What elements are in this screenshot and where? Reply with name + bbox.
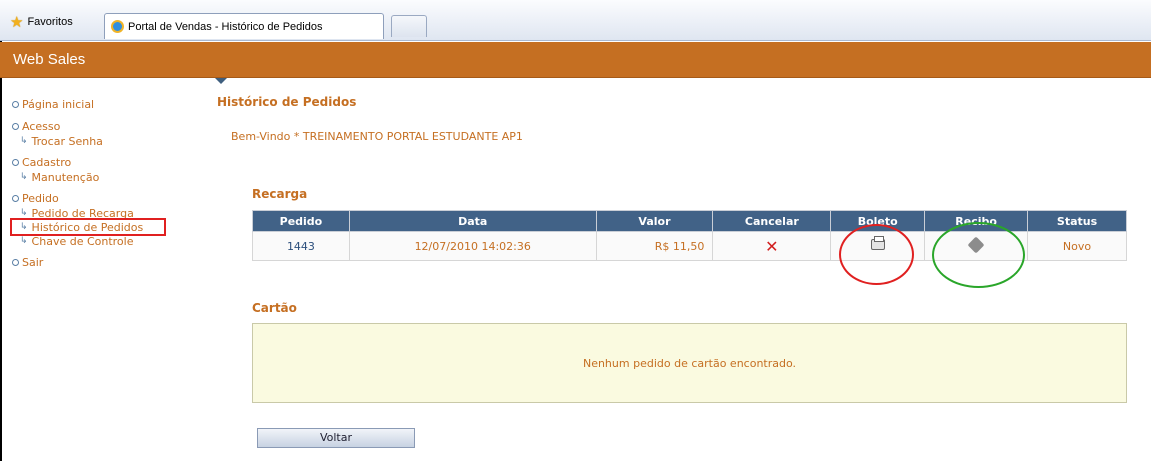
cartao-empty-box: Nenhum pedido de cartão encontrado.: [252, 323, 1127, 403]
column-header-pedido: Pedido: [252, 210, 350, 232]
sidebar-item-acesso[interactable]: Acesso: [12, 118, 192, 134]
cancel-x-icon[interactable]: ✕: [765, 237, 778, 256]
order-date: 12/07/2010 14:02:36: [348, 231, 597, 261]
column-header-data: Data: [348, 210, 597, 232]
browser-logo-icon: [111, 20, 124, 33]
header-pointer-icon: [215, 78, 227, 84]
sidebar-item-label: Histórico de Pedidos: [31, 220, 144, 234]
app-header: Web Sales: [0, 42, 1151, 78]
order-status: Novo: [1027, 231, 1127, 261]
menu-group-cadastro: Cadastro ↳ Manutenção: [12, 154, 192, 184]
sidebar-item-cadastro[interactable]: Cadastro: [12, 154, 192, 170]
sub-arrow-icon: ↳: [20, 136, 28, 146]
bullet-icon: [12, 100, 19, 108]
sidebar-item-label: Pedido: [22, 191, 59, 205]
browser-toolbar: ★ Favoritos Portal de Vendas - Histórico…: [0, 0, 1151, 41]
sidebar-item-sair[interactable]: Sair: [12, 254, 192, 270]
sidebar: Página inicial Acesso ↳ Trocar Senha Cad…: [10, 96, 192, 270]
sidebar-item-home[interactable]: Página inicial: [12, 96, 192, 112]
menu-group-pedido: Pedido ↳ Pedido de Recarga ↳ Histórico d…: [10, 190, 192, 248]
welcome-message: Bem-Vindo * TREINAMENTO PORTAL ESTUDANTE…: [231, 130, 523, 143]
sub-arrow-icon: ↳: [20, 208, 28, 218]
sidebar-item-label: Manutenção: [31, 170, 100, 184]
menu-group-home: Página inicial: [12, 96, 192, 112]
sidebar-item-label: Acesso: [22, 119, 61, 133]
recibo-highlight-circle: [932, 222, 1025, 288]
back-button[interactable]: Voltar: [257, 428, 415, 448]
page-title: Histórico de Pedidos: [217, 95, 357, 109]
bullet-icon: [12, 258, 19, 266]
app-title: Web Sales: [13, 51, 86, 68]
column-header-valor: Valor: [595, 210, 714, 232]
sub-arrow-icon: ↳: [20, 222, 28, 232]
column-header-cancelar: Cancelar: [712, 210, 832, 232]
boleto-highlight-circle: [839, 224, 914, 285]
favorites-button[interactable]: ★ Favoritos: [10, 11, 73, 33]
cancel-cell: ✕: [712, 231, 832, 261]
sidebar-item-label: Trocar Senha: [31, 134, 103, 148]
sidebar-item-pedido[interactable]: Pedido: [12, 190, 192, 206]
bullet-icon: [12, 158, 19, 166]
sidebar-item-label: Pedido de Recarga: [31, 206, 134, 220]
sidebar-item-historico-de-pedidos[interactable]: ↳ Histórico de Pedidos: [10, 218, 166, 236]
sidebar-item-label: Sair: [22, 255, 44, 269]
tab-title: Portal de Vendas - Histórico de Pedidos: [128, 20, 323, 33]
sidebar-item-trocar-senha[interactable]: ↳ Trocar Senha: [12, 134, 192, 148]
sidebar-item-pedido-de-recarga[interactable]: ↳ Pedido de Recarga: [12, 206, 192, 220]
empty-message: Nenhum pedido de cartão encontrado.: [582, 356, 797, 370]
section-title-cartao: Cartão: [252, 301, 297, 315]
section-title-recarga: Recarga: [252, 187, 308, 201]
sub-arrow-icon: ↳: [20, 236, 28, 246]
menu-group-sair: Sair: [12, 254, 192, 270]
sidebar-item-manutencao[interactable]: ↳ Manutenção: [12, 170, 192, 184]
order-value: R$ 11,50: [595, 231, 714, 261]
favorites-label: Favoritos: [27, 16, 73, 28]
menu-group-acesso: Acesso ↳ Trocar Senha: [12, 118, 192, 148]
sidebar-item-chave-de-controle[interactable]: ↳ Chave de Controle: [12, 234, 192, 248]
sidebar-item-label: Chave de Controle: [31, 234, 134, 248]
order-number-link[interactable]: 1443: [252, 231, 350, 261]
sidebar-item-label: Cadastro: [22, 155, 72, 169]
column-header-status: Status: [1027, 210, 1127, 232]
browser-tab[interactable]: Portal de Vendas - Histórico de Pedidos: [104, 13, 384, 39]
bullet-icon: [12, 194, 19, 202]
new-tab-button[interactable]: [391, 15, 427, 37]
star-icon: ★: [10, 14, 24, 31]
bullet-icon: [12, 122, 19, 130]
sub-arrow-icon: ↳: [20, 172, 28, 182]
sidebar-item-label: Página inicial: [22, 97, 95, 111]
